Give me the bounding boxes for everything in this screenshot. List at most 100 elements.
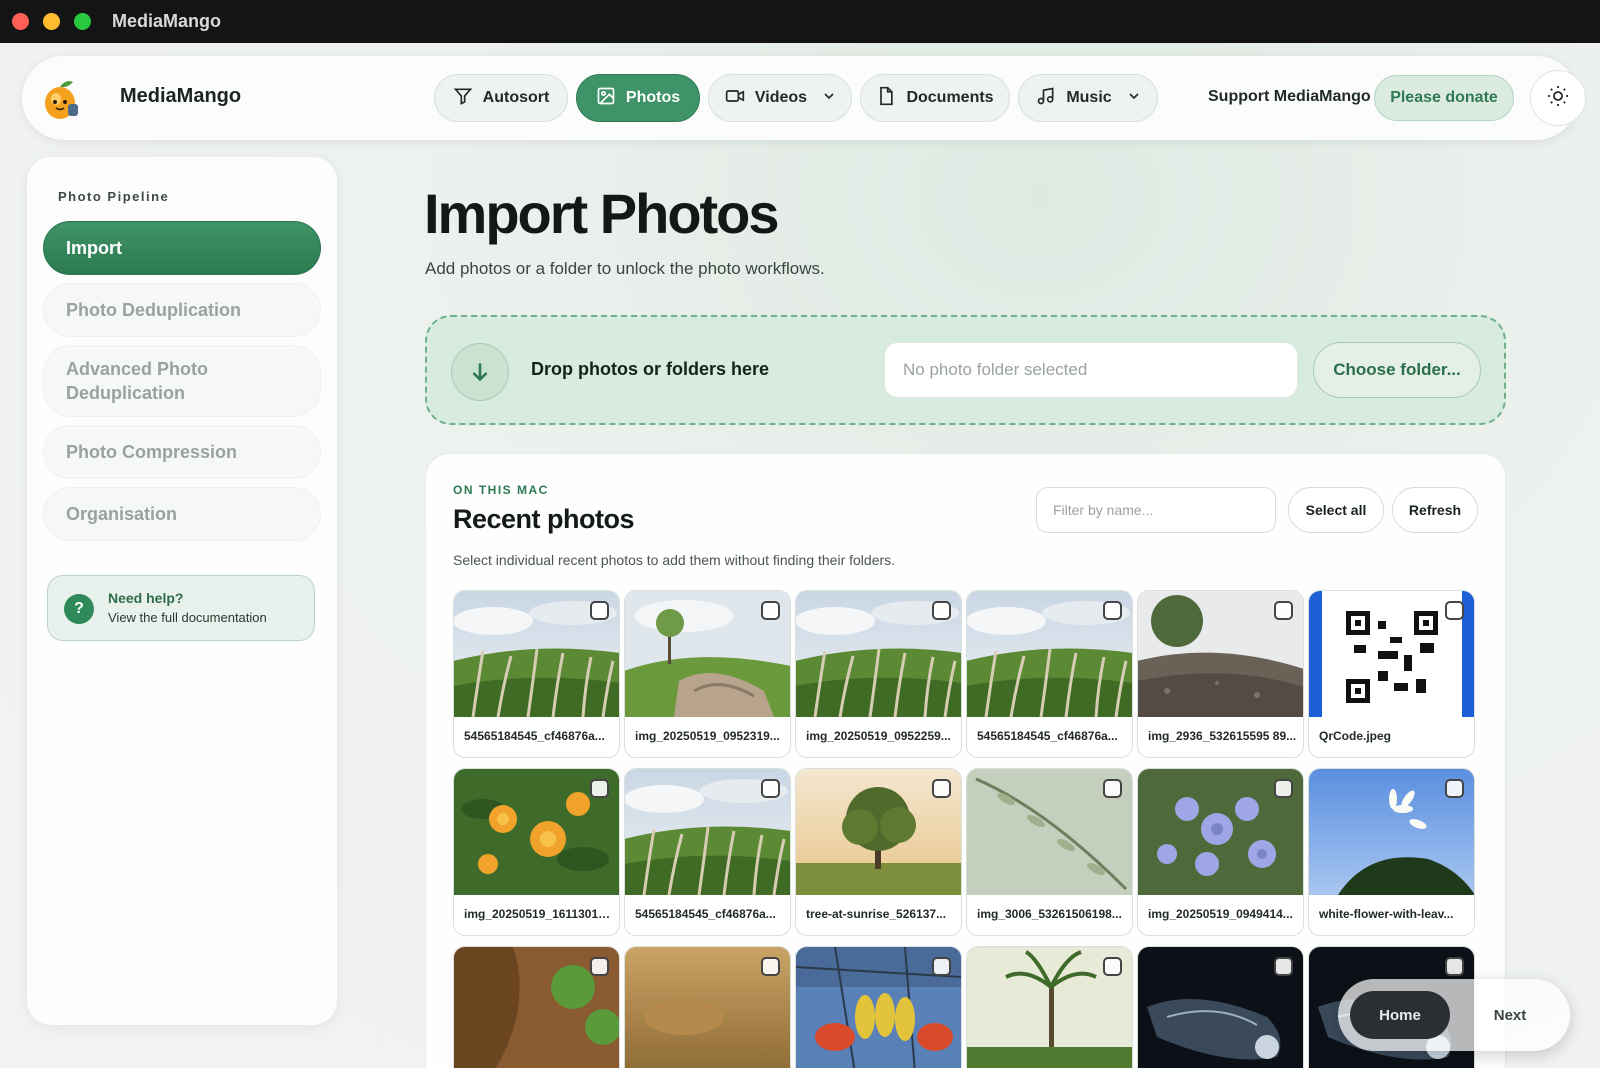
tab-documents[interactable]: Documents bbox=[860, 74, 1010, 122]
window-title: MediaMango bbox=[112, 11, 222, 31]
photo-select-checkbox[interactable] bbox=[590, 779, 609, 798]
sidebar-item-organisation[interactable]: Organisation bbox=[43, 487, 321, 541]
photo-card[interactable] bbox=[624, 946, 791, 1068]
photo-select-checkbox[interactable] bbox=[1274, 779, 1293, 798]
photo-filename: img_20250519_0952259... bbox=[806, 729, 951, 743]
photo-filename: img_20250519_0952319... bbox=[635, 729, 780, 743]
tab-label: Documents bbox=[906, 89, 994, 106]
tab-label: Videos bbox=[754, 89, 808, 106]
help-card[interactable]: ? Need help? View the full documentation bbox=[47, 575, 315, 641]
photo-card[interactable]: QrCode.jpeg bbox=[1308, 590, 1475, 758]
sidebar-item-label: Organisation bbox=[66, 504, 178, 524]
photo-select-checkbox[interactable] bbox=[1274, 601, 1293, 620]
photo-select-checkbox[interactable] bbox=[761, 957, 780, 976]
top-navigation: MediaMango Autosort Photos Videos Docume… bbox=[22, 56, 1586, 140]
question-icon: ? bbox=[64, 594, 94, 624]
download-arrow-icon bbox=[451, 343, 509, 401]
image-icon bbox=[596, 86, 616, 111]
photo-filename: tree-at-sunrise_526137... bbox=[806, 907, 947, 921]
filter-input[interactable] bbox=[1036, 487, 1276, 533]
support-link[interactable]: Support MediaMango bbox=[1208, 88, 1371, 106]
photo-select-checkbox[interactable] bbox=[1103, 601, 1122, 620]
dropzone-text: Drop photos or folders here bbox=[531, 359, 770, 379]
photo-card[interactable]: img_20250519_16113013... bbox=[453, 768, 620, 936]
sidebar-item-label: Photo Deduplication bbox=[66, 300, 241, 320]
photo-select-checkbox[interactable] bbox=[1103, 957, 1122, 976]
photo-card[interactable] bbox=[453, 946, 620, 1068]
photo-card[interactable]: 54565184545_cf46876a... bbox=[624, 768, 791, 936]
sidebar-item-label: Import bbox=[66, 238, 122, 258]
folder-path-input[interactable] bbox=[884, 342, 1298, 398]
photo-select-checkbox[interactable] bbox=[590, 957, 609, 976]
photo-filename: white-flower-with-leav... bbox=[1319, 907, 1454, 921]
tab-videos[interactable]: Videos bbox=[708, 74, 852, 122]
photo-grid: 54565184545_cf46876a... img_20250519_0952… bbox=[453, 590, 1481, 1068]
photo-filename: 54565184545_cf46876a... bbox=[977, 729, 1118, 743]
photo-filename: 54565184545_cf46876a... bbox=[464, 729, 605, 743]
zoom-window-button[interactable] bbox=[74, 13, 91, 30]
photo-card[interactable]: white-flower-with-leav... bbox=[1308, 768, 1475, 936]
photo-select-checkbox[interactable] bbox=[1445, 779, 1464, 798]
sidebar-item-photo-deduplication[interactable]: Photo Deduplication bbox=[43, 283, 321, 337]
photo-select-checkbox[interactable] bbox=[932, 779, 951, 798]
photo-select-checkbox[interactable] bbox=[590, 601, 609, 620]
photo-card[interactable]: img_20250519_0952259... bbox=[795, 590, 962, 758]
photo-filename: img_2936_532615595 89... bbox=[1148, 729, 1297, 743]
sidebar-heading: Photo Pipeline bbox=[58, 189, 170, 204]
footer-navigation: Home Next bbox=[1338, 979, 1570, 1051]
choose-folder-button[interactable]: Choose folder... bbox=[1313, 342, 1481, 398]
sidebar: Photo Pipeline Import Photo Deduplicatio… bbox=[27, 157, 337, 1025]
sidebar-item-photo-compression[interactable]: Photo Compression bbox=[43, 425, 321, 479]
photo-card[interactable] bbox=[1137, 946, 1304, 1068]
select-all-button[interactable]: Select all bbox=[1288, 487, 1384, 533]
photo-select-checkbox[interactable] bbox=[1103, 779, 1122, 798]
recent-title: Recent photos bbox=[453, 504, 635, 534]
photo-card[interactable]: img_20250519_0949414... bbox=[1137, 768, 1304, 936]
help-title: Need help? bbox=[108, 590, 184, 606]
page-subtitle: Add photos or a folder to unlock the pho… bbox=[425, 259, 825, 278]
photo-select-checkbox[interactable] bbox=[761, 779, 780, 798]
photo-select-checkbox[interactable] bbox=[1445, 957, 1464, 976]
minimize-window-button[interactable] bbox=[43, 13, 60, 30]
title-bar: MediaMango bbox=[0, 0, 1600, 43]
photo-filename: img_3006_53261506198... bbox=[977, 907, 1122, 921]
photo-card[interactable] bbox=[795, 946, 962, 1068]
photo-select-checkbox[interactable] bbox=[1445, 601, 1464, 620]
photo-select-checkbox[interactable] bbox=[761, 601, 780, 620]
mango-logo-icon bbox=[38, 76, 84, 122]
chevron-down-icon bbox=[817, 89, 835, 107]
photo-card[interactable]: tree-at-sunrise_526137... bbox=[795, 768, 962, 936]
photo-card[interactable]: img_20250519_0952319... bbox=[624, 590, 791, 758]
document-icon bbox=[876, 86, 896, 111]
photo-select-checkbox[interactable] bbox=[1274, 957, 1293, 976]
tab-photos[interactable]: Photos bbox=[576, 74, 700, 122]
photo-select-checkbox[interactable] bbox=[932, 601, 951, 620]
recent-photos-panel: ON THIS MAC Recent photos Select individ… bbox=[425, 453, 1506, 1068]
tab-music[interactable]: Music bbox=[1018, 74, 1158, 122]
photo-dropzone[interactable]: Drop photos or folders here Choose folde… bbox=[425, 315, 1506, 425]
photo-filename: QrCode.jpeg bbox=[1319, 729, 1392, 743]
music-note-icon bbox=[1036, 86, 1056, 111]
close-window-button[interactable] bbox=[12, 13, 29, 30]
photo-card[interactable]: img_2936_532615595 89... bbox=[1137, 590, 1304, 758]
photo-card[interactable]: img_3006_53261506198... bbox=[966, 768, 1133, 936]
help-subtitle: View the full documentation bbox=[108, 610, 267, 625]
refresh-button[interactable]: Refresh bbox=[1392, 487, 1478, 533]
photo-card[interactable] bbox=[966, 946, 1133, 1068]
sun-icon bbox=[1546, 84, 1570, 113]
sidebar-item-label: Photo Compression bbox=[66, 442, 238, 462]
donate-button[interactable]: Please donate bbox=[1374, 75, 1514, 121]
theme-toggle-button[interactable] bbox=[1530, 70, 1586, 126]
sidebar-item-import[interactable]: Import bbox=[43, 221, 321, 275]
photo-card[interactable]: 54565184545_cf46876a... bbox=[453, 590, 620, 758]
tab-label: Photos bbox=[625, 89, 681, 106]
tab-autosort[interactable]: Autosort bbox=[434, 74, 568, 122]
sidebar-item-advanced-photo-deduplication[interactable]: Advanced Photo Deduplication bbox=[43, 345, 321, 417]
photo-filename: img_20250519_16113013... bbox=[464, 907, 614, 921]
home-button[interactable]: Home bbox=[1350, 991, 1450, 1039]
photo-select-checkbox[interactable] bbox=[932, 957, 951, 976]
photo-card[interactable]: 54565184545_cf46876a... bbox=[966, 590, 1133, 758]
next-button[interactable]: Next bbox=[1462, 991, 1558, 1039]
app-window: MediaMango Autosort Photos Videos Docume… bbox=[0, 43, 1600, 1068]
recent-description: Select individual recent photos to add t… bbox=[453, 552, 896, 568]
